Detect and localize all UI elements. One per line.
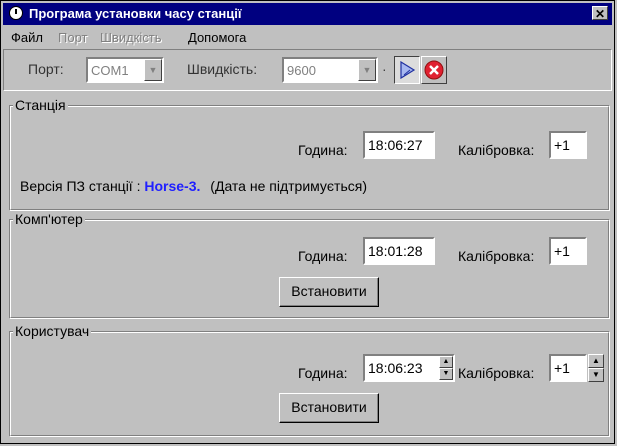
user-calibration-label: Калібровка: bbox=[458, 365, 535, 381]
app-window: Програма установки часу станції ✕ Файл П… bbox=[0, 0, 615, 444]
station-calibration-label: Калібровка: bbox=[458, 142, 535, 158]
version-model: Horse-3. bbox=[144, 178, 201, 194]
user-set-button[interactable]: Встановити bbox=[279, 393, 379, 423]
spin-up-icon[interactable]: ▲ bbox=[439, 356, 453, 368]
stopwatch-icon bbox=[9, 6, 23, 20]
port-value: COM1 bbox=[91, 63, 129, 78]
chevron-down-icon[interactable]: ▼ bbox=[144, 59, 162, 81]
spin-down-icon[interactable]: ▼ bbox=[588, 368, 604, 382]
version-prefix: Версія ПЗ станції : bbox=[20, 178, 141, 194]
computer-set-button[interactable]: Встановити bbox=[279, 277, 379, 307]
window-title: Програма установки часу станції bbox=[29, 6, 242, 21]
computer-group: Комп'ютер Година: 18:01:28 Калібровка: +… bbox=[9, 211, 610, 319]
user-calibration-field[interactable]: +1 bbox=[549, 354, 587, 382]
toolbar: Порт: COM1 ▼ Швидкість: 9600 ▼ · bbox=[3, 49, 612, 91]
play-icon bbox=[400, 60, 416, 80]
user-calibration-spinner[interactable]: ▲ ▼ bbox=[588, 354, 604, 382]
user-group: Користувач Година: 18:06:23 ▲ ▼ Калібров… bbox=[9, 323, 610, 437]
station-calibration-value: +1 bbox=[554, 137, 570, 153]
computer-calibration-field[interactable]: +1 bbox=[549, 237, 587, 265]
station-group: Станція Година: 18:06:27 Калібровка: +1 … bbox=[9, 97, 610, 211]
computer-calibration-label: Калібровка: bbox=[458, 248, 535, 264]
version-note: (Дата не підтримується) bbox=[210, 178, 368, 194]
station-time-field[interactable]: 18:06:27 bbox=[363, 131, 435, 159]
spin-up-icon[interactable]: ▲ bbox=[588, 354, 604, 368]
title-bar[interactable]: Програма установки часу станції ✕ bbox=[3, 3, 612, 25]
menu-bar: Файл Порт Швидкість Допомога bbox=[3, 27, 612, 47]
computer-time-field[interactable]: 18:01:28 bbox=[363, 237, 435, 265]
close-button[interactable]: ✕ bbox=[592, 6, 608, 21]
user-legend: Користувач bbox=[13, 323, 92, 339]
menu-speed[interactable]: Швидкість bbox=[100, 30, 161, 45]
station-time-label: Година: bbox=[298, 142, 348, 158]
menu-file[interactable]: Файл bbox=[11, 30, 43, 45]
spin-down-icon[interactable]: ▼ bbox=[439, 368, 453, 380]
computer-calibration-value: +1 bbox=[554, 243, 570, 259]
computer-time-label: Година: bbox=[298, 248, 348, 264]
chevron-down-icon[interactable]: ▼ bbox=[358, 59, 376, 81]
connect-button[interactable] bbox=[394, 56, 420, 84]
computer-time-value: 18:01:28 bbox=[368, 243, 423, 259]
station-firmware-version: Версія ПЗ станції : Horse-3. (Дата не пі… bbox=[20, 178, 367, 194]
close-circle-icon bbox=[424, 60, 444, 80]
menu-port[interactable]: Порт bbox=[58, 30, 87, 45]
user-calibration-value[interactable]: +1 bbox=[554, 360, 570, 376]
stop-button[interactable] bbox=[421, 56, 447, 84]
user-time-label: Година: bbox=[298, 365, 348, 381]
station-legend: Станція bbox=[13, 97, 68, 113]
toolbar-separator: · bbox=[382, 61, 387, 77]
user-time-value[interactable]: 18:06:23 bbox=[368, 360, 423, 376]
speed-label: Швидкість: bbox=[187, 61, 258, 77]
user-time-field[interactable]: 18:06:23 ▲ ▼ bbox=[363, 354, 455, 382]
computer-legend: Комп'ютер bbox=[13, 211, 85, 227]
menu-help[interactable]: Допомога bbox=[188, 30, 246, 45]
speed-combo[interactable]: 9600 ▼ bbox=[282, 57, 378, 83]
user-time-spinner[interactable]: ▲ ▼ bbox=[439, 356, 453, 380]
port-label: Порт: bbox=[28, 61, 64, 77]
station-time-value: 18:06:27 bbox=[368, 137, 423, 153]
port-combo[interactable]: COM1 ▼ bbox=[86, 57, 164, 83]
station-calibration-field[interactable]: +1 bbox=[549, 131, 587, 159]
speed-value: 9600 bbox=[287, 63, 316, 78]
